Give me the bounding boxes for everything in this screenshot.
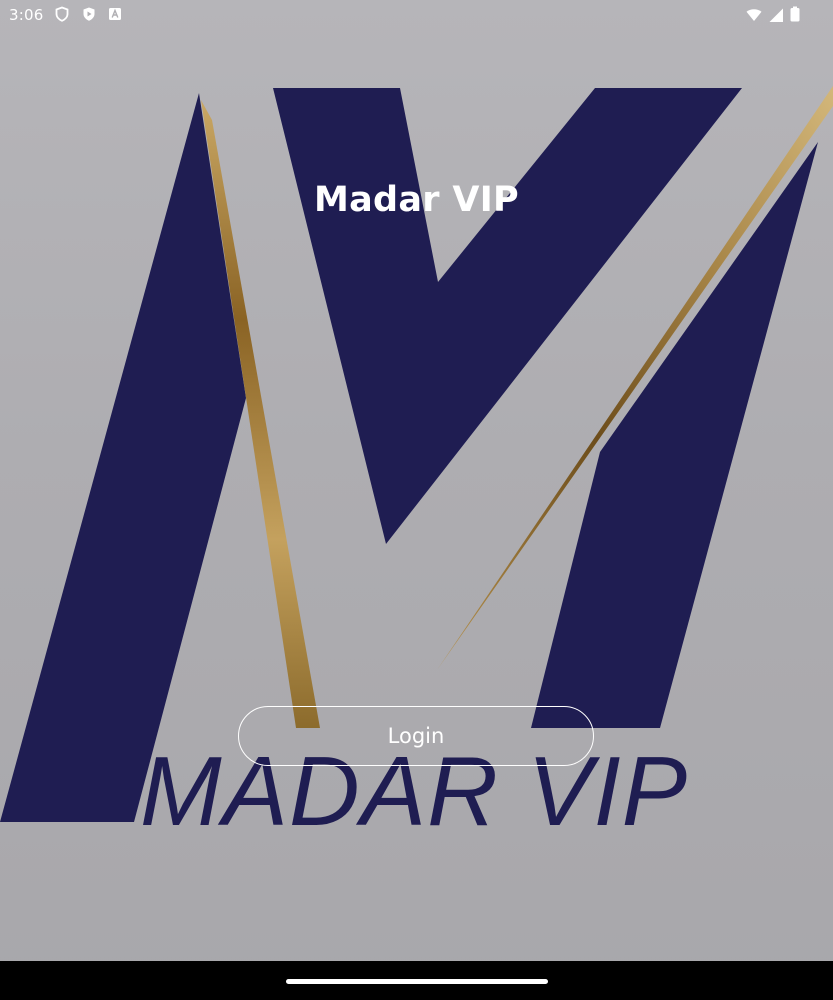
login-button-label: Login — [387, 724, 445, 748]
navigation-bar — [0, 961, 833, 1000]
play-protect-icon — [83, 7, 95, 21]
login-button[interactable]: Login — [238, 706, 594, 766]
text-input-icon — [109, 8, 121, 20]
splash-screen: MADAR VIP 3:06 Madar VIP Login — [0, 0, 833, 1000]
battery-icon — [790, 6, 800, 22]
app-title: Madar VIP — [313, 180, 520, 220]
status-bar: 3:06 — [0, 0, 833, 30]
home-gesture-handle[interactable] — [286, 979, 548, 984]
shield-icon — [55, 6, 69, 22]
status-time: 3:06 — [9, 6, 44, 24]
cellular-icon — [769, 8, 783, 22]
madar-vip-logo: MADAR VIP — [0, 86, 833, 846]
wifi-icon — [746, 9, 762, 21]
